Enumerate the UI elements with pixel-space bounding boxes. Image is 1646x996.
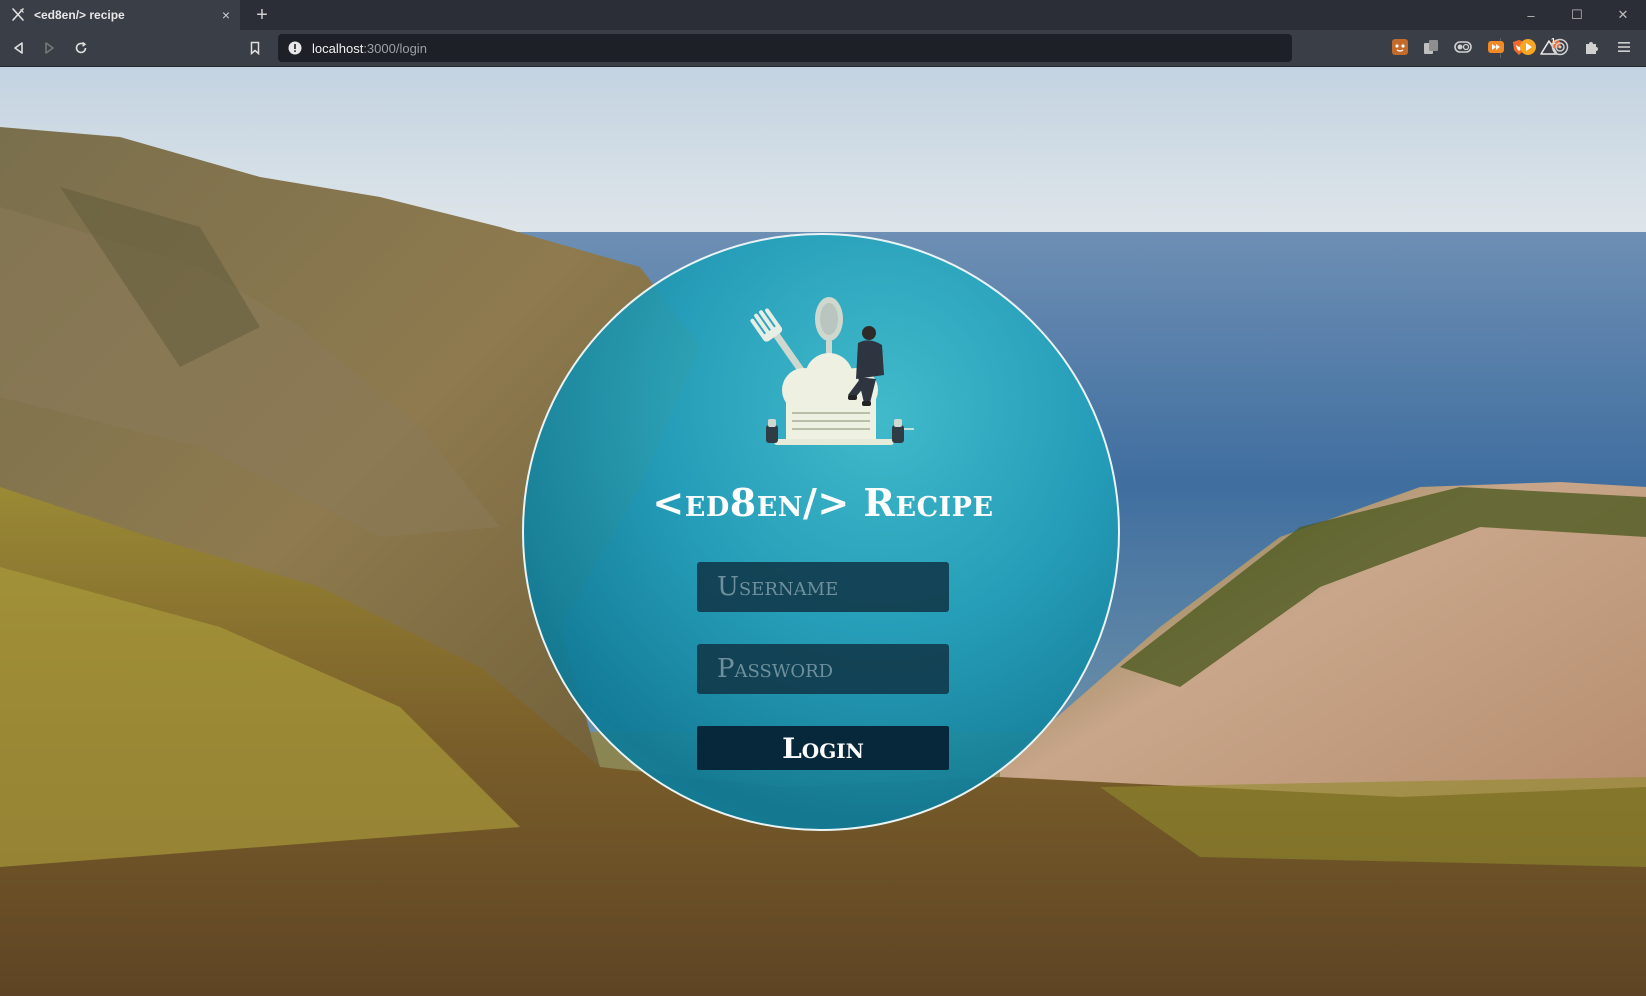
url-host: localhost — [312, 40, 364, 56]
extension-target-icon[interactable] — [1551, 38, 1569, 56]
browser-tab-active[interactable]: <ed8en/> recipe × — [0, 0, 240, 30]
window-controls: – ☐ ✕ — [1508, 0, 1646, 30]
tab-close-icon[interactable]: × — [222, 7, 230, 23]
chef-hat-logo-icon — [750, 297, 914, 445]
bookmark-icon — [250, 41, 260, 55]
maximize-button[interactable]: ☐ — [1554, 0, 1600, 30]
utensils-icon — [12, 8, 24, 21]
reload-button[interactable] — [70, 37, 92, 59]
login-card: <ed8en/> Recipe Login — [522, 233, 1120, 831]
page-viewport: <ed8en/> Recipe Login — [0, 67, 1646, 996]
minimize-button[interactable]: – — [1508, 0, 1554, 30]
extension-toggle-icon[interactable] — [1454, 38, 1472, 56]
close-window-button[interactable]: ✕ — [1600, 0, 1646, 30]
extensions-puzzle-icon[interactable] — [1583, 38, 1601, 56]
info-icon — [288, 41, 302, 55]
tab-title: <ed8en/> recipe — [34, 8, 125, 22]
browser-titlebar: <ed8en/> recipe × + – ☐ ✕ — [0, 0, 1646, 30]
extension-cat-icon[interactable] — [1391, 38, 1409, 56]
browser-menu-icon[interactable] — [1615, 38, 1633, 56]
browser-toolbar: localhost:3000/login 1 — [0, 30, 1646, 67]
new-tab-button[interactable]: + — [250, 3, 274, 27]
username-input[interactable] — [697, 562, 949, 612]
extension-fastforward-icon[interactable] — [1487, 38, 1505, 56]
extension-copy-icon[interactable] — [1422, 38, 1440, 56]
extension-play-icon[interactable] — [1519, 38, 1537, 56]
login-button[interactable]: Login — [697, 726, 949, 770]
url-path: :3000/login — [363, 40, 427, 56]
password-input[interactable] — [697, 644, 949, 694]
back-button[interactable] — [8, 37, 30, 59]
address-bar[interactable]: localhost:3000/login 1 — [278, 34, 1561, 62]
back-arrow-icon — [14, 42, 23, 54]
forward-arrow-icon — [45, 42, 54, 54]
brand-title: <ed8en/> Recipe — [652, 480, 994, 525]
bookmark-button[interactable] — [244, 37, 266, 59]
forward-button[interactable] — [38, 37, 60, 59]
reload-icon — [75, 41, 87, 54]
